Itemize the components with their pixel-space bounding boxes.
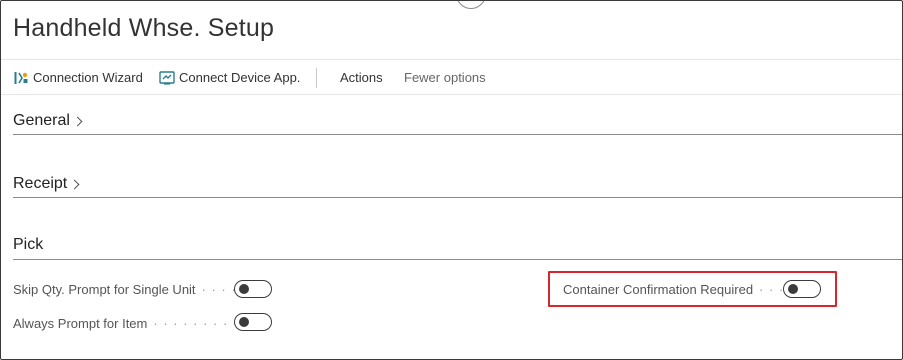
toggle-knob — [239, 317, 249, 327]
chevron-right-icon — [72, 116, 83, 127]
always-prompt-item-toggle[interactable] — [234, 313, 272, 331]
field-leader-dots: · · · · — [201, 281, 237, 297]
actionbar-divider — [316, 68, 317, 88]
top-handle-icon[interactable] — [456, 1, 486, 9]
wizard-icon — [13, 70, 29, 86]
chevron-right-icon — [69, 179, 80, 190]
section-pick-header[interactable]: Pick — [13, 236, 43, 254]
skip-qty-prompt-toggle[interactable] — [234, 280, 272, 298]
toggle-knob — [239, 284, 249, 294]
section-general-title: General — [13, 112, 70, 129]
page-title: Handheld Whse. Setup — [13, 14, 275, 42]
section-receipt-title: Receipt — [13, 175, 68, 192]
section-receipt-divider — [13, 197, 902, 198]
actions-label: Actions — [340, 70, 383, 85]
section-pick-divider — [13, 259, 902, 260]
connection-wizard-label: Connection Wizard — [33, 70, 143, 85]
always-prompt-item-field: Always Prompt for Item · · · · · · · · ·… — [13, 312, 268, 334]
section-pick-title: Pick — [13, 236, 44, 253]
skip-qty-prompt-label: Skip Qty. Prompt for Single Unit — [13, 281, 196, 297]
highlight-box — [548, 271, 837, 307]
page-frame: Handheld Whse. Setup Connection Wizard C… — [0, 0, 903, 360]
section-receipt-header[interactable]: Receipt — [13, 175, 80, 193]
section-general-divider — [13, 134, 902, 135]
device-connect-icon — [159, 70, 175, 86]
skip-qty-prompt-field: Skip Qty. Prompt for Single Unit · · · · — [13, 278, 237, 300]
connect-device-app-label: Connect Device App. — [179, 70, 301, 85]
connect-device-app-button[interactable]: Connect Device App. — [159, 60, 300, 95]
section-general-header[interactable]: General — [13, 112, 83, 130]
fewer-options-label: Fewer options — [404, 70, 486, 85]
always-prompt-item-label: Always Prompt for Item — [13, 315, 148, 331]
connection-wizard-button[interactable]: Connection Wizard — [13, 60, 143, 95]
fewer-options-button[interactable]: Fewer options — [404, 60, 486, 95]
actions-menu-button[interactable]: Actions — [340, 60, 383, 95]
action-bar: Connection Wizard Connect Device App. Ac… — [1, 59, 902, 95]
